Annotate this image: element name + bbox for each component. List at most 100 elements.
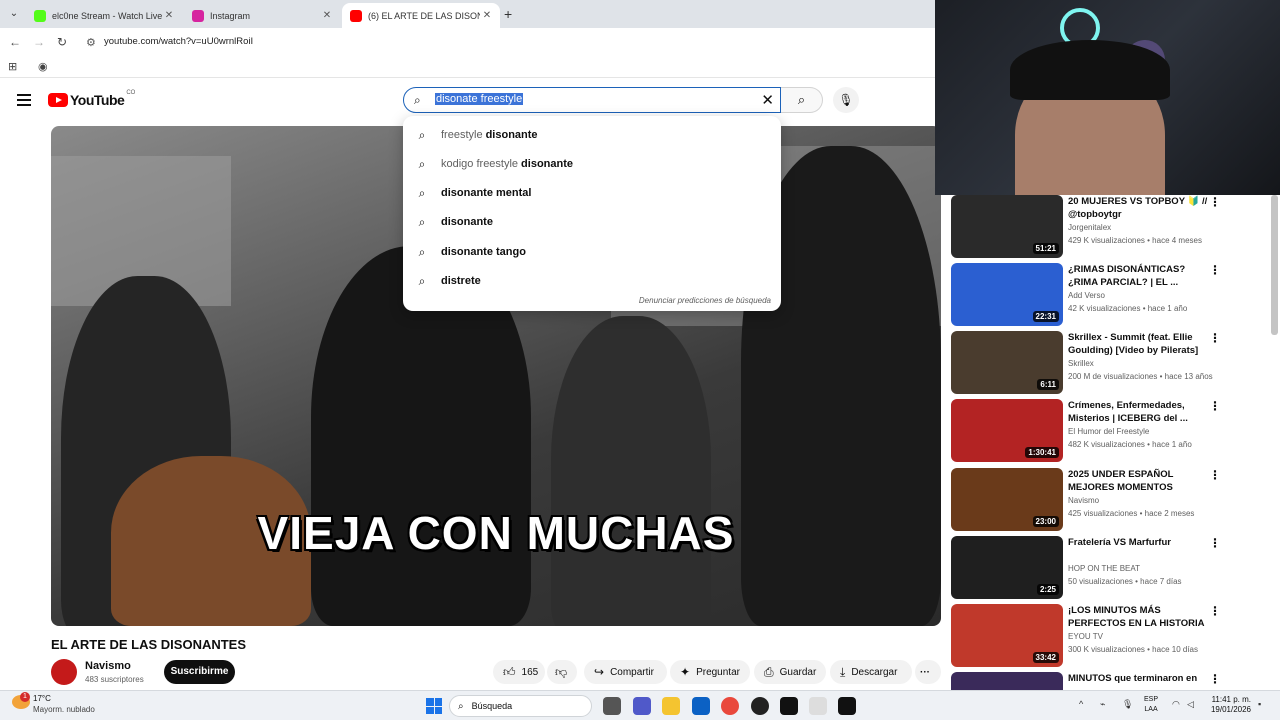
site-info-icon[interactable]: ⚙ <box>86 36 96 49</box>
recommendation-channel[interactable]: EYOU TV <box>1068 632 1103 641</box>
task-view-icon[interactable] <box>603 697 621 715</box>
recommendation-item[interactable]: 51:21 20 MUJERES VS TOPBOY 🔰 // @topboyt… <box>951 195 1271 259</box>
youtube-logo[interactable]: YouTube CO <box>48 90 135 108</box>
share-button[interactable]: ↪ Compartir <box>584 660 667 684</box>
windows-start-icon[interactable] <box>426 698 442 714</box>
recommendation-channel[interactable]: Add Verso <box>1068 291 1105 300</box>
back-icon[interactable]: ← <box>9 35 21 49</box>
url-field[interactable]: youtube.com/watch?v=uU0wrnlRoiI <box>104 36 253 47</box>
chrome-icon[interactable] <box>721 697 739 715</box>
more-vert-icon[interactable]: ⋮ <box>1209 331 1221 345</box>
more-vert-icon[interactable]: ⋮ <box>1209 399 1221 413</box>
wifi-icon[interactable]: ◠ <box>1172 699 1180 710</box>
tab-search-chevron-icon[interactable]: ⌄ <box>6 6 22 22</box>
subscribe-button[interactable]: Suscribirme <box>164 660 235 684</box>
more-vert-icon[interactable]: ⋮ <box>1209 195 1221 209</box>
tiktok-icon[interactable] <box>780 697 798 715</box>
video-thumbnail[interactable]: 22:31 <box>951 263 1063 326</box>
clock[interactable]: 11:41 p. m. 19/01/2026 <box>1205 695 1251 715</box>
more-vert-icon[interactable]: ⋮ <box>1209 672 1221 686</box>
apps-grid-icon[interactable]: ⊞ <box>8 60 17 73</box>
more-vert-icon[interactable]: ⋮ <box>1209 468 1221 482</box>
recommendation-item[interactable]: 2:25 Fratelería VS Marfurfur HOP ON THE … <box>951 536 1271 600</box>
recommendation-channel[interactable]: HOP ON THE BEAT <box>1068 564 1140 573</box>
tab-youtube[interactable]: (6) EL ARTE DE LAS DISONANTE ✕ <box>342 3 500 28</box>
recommendation-item[interactable]: 6:11 Skrillex - Summit (feat. Ellie Goul… <box>951 331 1271 395</box>
globe-icon[interactable]: ◉ <box>38 60 48 73</box>
search-button[interactable]: ⌕ <box>781 87 823 113</box>
tab-kick[interactable]: elc0ne Stream - Watch Live on ✕ <box>26 3 182 28</box>
recommendation-title[interactable]: ¡LOS MINUTOS MÁS PERFECTOS EN LA HISTORI… <box>1068 604 1208 631</box>
search-query[interactable]: disonate freestyle <box>435 93 524 105</box>
store-icon[interactable] <box>692 697 710 715</box>
video-thumbnail[interactable]: 23:00 <box>951 468 1063 531</box>
recommendation-title[interactable]: 2025 UNDER ESPAÑOL MEJORES MOMENTOS <box>1068 468 1208 494</box>
video-thumbnail[interactable]: 1:30:41 <box>951 399 1063 462</box>
recommendation-channel[interactable]: Navismo <box>1068 496 1099 505</box>
sidebar-scrollbar[interactable] <box>1271 195 1278 335</box>
recommendation-item[interactable]: 23:00 2025 UNDER ESPAÑOL MEJORES MOMENTO… <box>951 468 1271 532</box>
menu-icon[interactable] <box>17 94 31 106</box>
recommendation-title[interactable]: Fratelería VS Marfurfur <box>1068 536 1208 549</box>
more-vert-icon[interactable]: ⋮ <box>1209 263 1221 277</box>
save-button[interactable]: ⎙ Guardar <box>754 660 826 684</box>
close-icon[interactable]: ✕ <box>320 10 334 21</box>
video-thumbnail[interactable] <box>951 672 1063 690</box>
report-predictions-link[interactable]: Denunciar predicciones de búsqueda <box>639 296 771 305</box>
clear-icon[interactable]: ✕ <box>761 91 774 109</box>
more-vert-icon[interactable]: ⋮ <box>1209 604 1221 618</box>
suggestion-item[interactable]: ⌕ disonante mental <box>403 180 781 206</box>
ask-button[interactable]: ✦ Preguntar <box>670 660 750 684</box>
notification-bell-icon[interactable]: ▪ <box>1258 699 1261 709</box>
video-thumbnail[interactable]: 51:21 <box>951 195 1063 258</box>
app-icon[interactable] <box>809 697 827 715</box>
suggestion-item[interactable]: ⌕ kodigo freestyle disonante <box>403 151 781 177</box>
teams-icon[interactable] <box>633 697 651 715</box>
more-actions-button[interactable]: ··· <box>915 660 941 684</box>
recommendation-title[interactable]: MINUTOS que terminaron en <box>1068 672 1208 685</box>
suggestion-item[interactable]: ⌕ freestyle disonante <box>403 122 781 148</box>
weather-description[interactable]: Mayorm. nublado <box>33 705 95 714</box>
recommendation-channel[interactable]: El Humor del Freestyle <box>1068 427 1149 436</box>
recommendation-title[interactable]: ¿RIMAS DISONÁNTICAS? ¿RIMA PARCIAL? | EL… <box>1068 263 1208 289</box>
dislike-button[interactable]: 👎︎ <box>547 660 577 684</box>
temperature[interactable]: 17°C <box>33 694 51 703</box>
recommendation-item[interactable]: MINUTOS que terminaron en ⋮ <box>951 672 1271 690</box>
download-button[interactable]: ⤓ Descargar <box>830 660 912 684</box>
recommendation-channel[interactable]: Skrillex <box>1068 359 1094 368</box>
avatar[interactable] <box>51 659 77 685</box>
video-thumbnail[interactable]: 33:42 <box>951 604 1063 667</box>
suggestion-item[interactable]: ⌕ disonante tango <box>403 239 781 265</box>
like-button[interactable]: 👍︎ 165 <box>493 660 545 684</box>
video-thumbnail[interactable]: 2:25 <box>951 536 1063 599</box>
reload-icon[interactable]: ↻ <box>57 35 67 49</box>
recommendation-item[interactable]: 1:30:41 Crímenes, Enfermedades, Misterio… <box>951 399 1271 463</box>
more-vert-icon[interactable]: ⋮ <box>1209 536 1221 550</box>
tab-instagram[interactable]: Instagram ✕ <box>184 3 340 28</box>
language-indicator[interactable]: ESP LAA <box>1144 695 1158 715</box>
recommendation-title[interactable]: 20 MUJERES VS TOPBOY 🔰 // @topboytgr <box>1068 195 1208 221</box>
recommendation-item[interactable]: 22:31 ¿RIMAS DISONÁNTICAS? ¿RIMA PARCIAL… <box>951 263 1271 327</box>
forward-icon[interactable]: → <box>33 35 45 49</box>
chevron-up-icon[interactable]: ^ <box>1079 699 1083 709</box>
file-explorer-icon[interactable] <box>662 697 680 715</box>
network-icon[interactable]: ⌁ <box>1100 699 1105 710</box>
video-thumbnail[interactable]: 6:11 <box>951 331 1063 394</box>
suggestion-item[interactable]: ⌕ disonante <box>403 209 781 235</box>
close-icon[interactable]: ✕ <box>162 10 176 21</box>
search-input[interactable]: ⌕ disonate freestyle ✕ <box>403 87 781 113</box>
recommendation-item[interactable]: 33:42 ¡LOS MINUTOS MÁS PERFECTOS EN LA H… <box>951 604 1271 668</box>
recommendation-channel[interactable]: Jorgenitalex <box>1068 223 1111 232</box>
suggestion-item[interactable]: ⌕ distrete <box>403 268 781 294</box>
mic-icon[interactable]: 🎙 <box>833 87 859 113</box>
mic-icon[interactable]: 🎙 <box>1122 699 1133 710</box>
volume-icon[interactable]: ◁ <box>1187 699 1194 710</box>
close-icon[interactable]: ✕ <box>480 10 494 21</box>
channel-name[interactable]: Navismo <box>85 660 131 672</box>
new-tab-button[interactable]: + <box>504 6 512 22</box>
obs-icon[interactable] <box>751 697 769 715</box>
taskbar-search[interactable]: ⌕ Búsqueda <box>449 695 592 717</box>
recommendation-title[interactable]: Skrillex - Summit (feat. Ellie Goulding)… <box>1068 331 1208 357</box>
app-icon[interactable] <box>838 697 856 715</box>
recommendation-title[interactable]: Crímenes, Enfermedades, Misterios | ICEB… <box>1068 399 1208 425</box>
